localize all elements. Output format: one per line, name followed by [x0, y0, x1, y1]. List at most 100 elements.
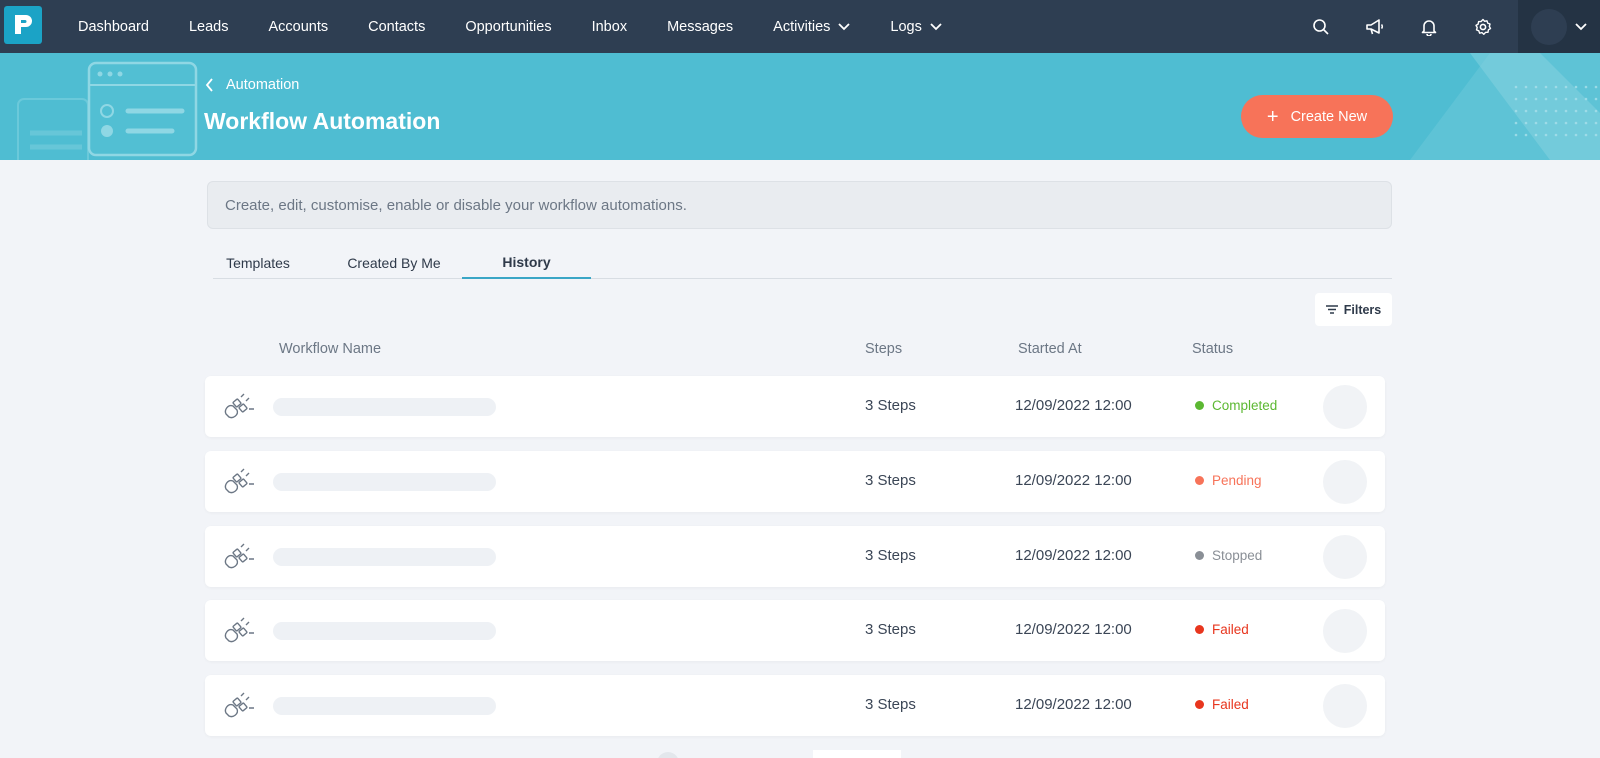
table-row[interactable]: 3 Steps 12/09/2022 12:00 Pending	[205, 451, 1385, 512]
workflow-name-placeholder	[273, 622, 496, 640]
workflow-plug-icon	[224, 543, 254, 569]
nav-logs-label: Logs	[890, 18, 922, 35]
nav-leads[interactable]: Leads	[169, 19, 249, 35]
header-illustration	[17, 61, 198, 160]
workflow-plug-icon	[224, 617, 254, 643]
breadcrumb-back[interactable]: Automation	[205, 77, 299, 93]
notifications-button[interactable]	[1402, 0, 1456, 53]
breadcrumb-label: Automation	[226, 77, 300, 93]
status-badge: Failed	[1195, 697, 1249, 712]
pagination-indicator[interactable]	[813, 750, 901, 758]
status-badge: Pending	[1195, 473, 1262, 488]
workflow-name-placeholder	[273, 398, 496, 416]
nav-logs[interactable]: Logs	[870, 19, 961, 35]
row-started-at: 12/09/2022 12:00	[1015, 547, 1132, 564]
status-badge: Failed	[1195, 622, 1249, 637]
status-dot	[1195, 625, 1204, 634]
status-badge: Completed	[1195, 398, 1277, 413]
chevron-down-icon	[838, 22, 851, 30]
nav-opportunities-label: Opportunities	[465, 18, 552, 35]
nav-messages[interactable]: Messages	[647, 19, 753, 35]
main-nav: Dashboard Leads Accounts Contacts Opport…	[58, 0, 962, 53]
row-steps: 3 Steps	[865, 696, 916, 713]
info-banner: Create, edit, customise, enable or disab…	[207, 181, 1392, 229]
gear-icon	[1475, 18, 1492, 35]
table-row[interactable]: 3 Steps 12/09/2022 12:00 Completed	[205, 376, 1385, 437]
workflow-plug-icon	[224, 393, 254, 419]
filter-icon	[1325, 305, 1338, 314]
logo-icon	[15, 15, 32, 34]
nav-activities[interactable]: Activities	[753, 19, 870, 35]
settings-button[interactable]	[1456, 0, 1510, 53]
status-label: Completed	[1212, 398, 1278, 413]
status-label: Pending	[1212, 473, 1262, 488]
workflow-plug-icon	[224, 468, 254, 494]
status-label: Failed	[1212, 622, 1249, 637]
megaphone-icon	[1366, 18, 1384, 34]
nav-accounts[interactable]: Accounts	[248, 19, 348, 35]
nav-inbox[interactable]: Inbox	[572, 19, 647, 35]
filters-button[interactable]: Filters	[1315, 293, 1392, 326]
status-dot	[1195, 476, 1204, 485]
column-header-name: Workflow Name	[279, 341, 382, 357]
status-dot	[1195, 401, 1204, 410]
nav-dashboard[interactable]: Dashboard	[58, 19, 169, 35]
row-steps: 3 Steps	[865, 547, 916, 564]
status-label: Failed	[1212, 697, 1249, 712]
row-started-at: 12/09/2022 12:00	[1015, 472, 1132, 489]
row-action-button[interactable]	[1323, 385, 1367, 429]
row-started-at: 12/09/2022 12:00	[1015, 397, 1132, 414]
table-row[interactable]: 3 Steps 12/09/2022 12:00 Failed	[205, 675, 1385, 736]
row-started-at: 12/09/2022 12:00	[1015, 696, 1132, 713]
row-started-at: 12/09/2022 12:00	[1015, 621, 1132, 638]
row-action-button[interactable]	[1323, 535, 1367, 579]
announcements-button[interactable]	[1348, 0, 1402, 53]
row-action-button[interactable]	[1323, 684, 1367, 728]
status-label: Stopped	[1212, 548, 1263, 563]
tab-created-by-me[interactable]: Created By Me	[333, 247, 455, 279]
profile-menu[interactable]	[1518, 0, 1600, 53]
column-header-started: Started At	[1018, 341, 1082, 357]
nav-leads-label: Leads	[188, 18, 229, 35]
tab-templates[interactable]: Templates	[213, 247, 303, 279]
nav-activities-label: Activities	[773, 18, 831, 35]
status-dot	[1195, 551, 1204, 560]
row-action-button[interactable]	[1323, 609, 1367, 653]
filters-label: Filters	[1343, 302, 1382, 317]
nav-contacts[interactable]: Contacts	[348, 19, 445, 35]
status-dot	[1195, 700, 1204, 709]
chevron-left-icon	[205, 78, 213, 92]
tab-history[interactable]: History	[462, 247, 591, 279]
chevron-down-icon	[1575, 22, 1587, 30]
nav-opportunities[interactable]: Opportunities	[445, 19, 571, 35]
top-navbar: Dashboard Leads Accounts Contacts Opport…	[0, 0, 1600, 53]
create-new-label: Create New	[1290, 108, 1368, 125]
row-steps: 3 Steps	[865, 621, 916, 638]
table-row[interactable]: 3 Steps 12/09/2022 12:00 Stopped	[205, 526, 1385, 587]
column-header-steps: Steps	[865, 341, 903, 357]
workflow-plug-icon	[224, 692, 254, 718]
table-row[interactable]: 3 Steps 12/09/2022 12:00 Failed	[205, 600, 1385, 661]
nav-accounts-label: Accounts	[268, 18, 329, 35]
nav-inbox-label: Inbox	[591, 18, 628, 35]
row-action-button[interactable]	[1323, 460, 1367, 504]
workflow-name-placeholder	[273, 473, 496, 491]
chevron-down-icon	[930, 22, 942, 30]
tab-bar: Templates Created By Me History	[213, 247, 1392, 279]
create-new-button[interactable]: + Create New	[1241, 95, 1393, 138]
status-badge: Stopped	[1195, 548, 1262, 563]
column-header-status: Status	[1192, 341, 1234, 357]
pagination-prev[interactable]	[657, 752, 679, 758]
search-button[interactable]	[1294, 0, 1348, 53]
avatar	[1531, 8, 1567, 45]
nav-contacts-label: Contacts	[368, 18, 426, 35]
row-steps: 3 Steps	[865, 472, 916, 489]
row-steps: 3 Steps	[865, 397, 916, 414]
plus-icon: +	[1266, 105, 1279, 128]
workflow-name-placeholder	[273, 548, 496, 566]
page-header-banner: Automation Workflow Automation + Create …	[0, 53, 1600, 160]
search-icon	[1313, 18, 1329, 35]
app-logo[interactable]	[4, 6, 42, 44]
bell-icon	[1421, 19, 1437, 36]
page-title: Workflow Automation	[204, 108, 441, 134]
